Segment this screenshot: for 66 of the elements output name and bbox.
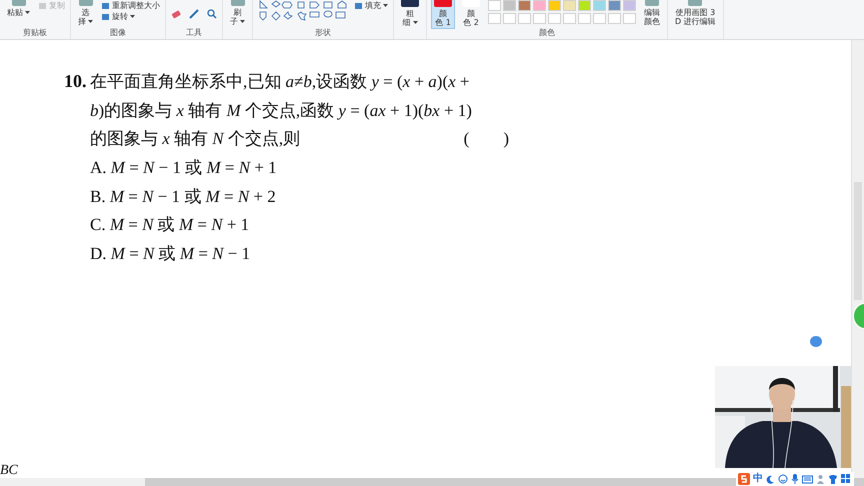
grid-icon[interactable] bbox=[841, 474, 851, 484]
palette-swatch[interactable] bbox=[563, 0, 576, 11]
option-text: C. M = N 或 M = N + 1 bbox=[90, 214, 250, 236]
group-label: 剪贴板 bbox=[22, 28, 48, 39]
ribbon-button[interactable]: 刷 子 bbox=[228, 0, 247, 28]
caret-icon bbox=[383, 4, 388, 8]
option-text: A. M = N − 1 或 M = N + 1 bbox=[90, 157, 277, 180]
caret-icon bbox=[412, 21, 418, 25]
color-picker-icon[interactable] bbox=[189, 9, 199, 19]
option-text: B. M = N − 1 或 M = N + 2 bbox=[90, 186, 276, 208]
caret-icon bbox=[240, 20, 245, 24]
palette-swatch[interactable] bbox=[488, 0, 501, 11]
palette-swatch[interactable] bbox=[593, 0, 606, 11]
empty-swatch[interactable] bbox=[563, 13, 576, 24]
group-label: 颜色 bbox=[538, 28, 556, 39]
option-text: D. M = N 或 M = N − 1 bbox=[90, 243, 250, 266]
ribbon-button[interactable]: 粘贴 bbox=[5, 0, 32, 28]
keyboard-icon[interactable] bbox=[802, 474, 813, 484]
empty-swatch[interactable] bbox=[593, 13, 606, 24]
ribbon-button[interactable]: 选 择 bbox=[76, 0, 95, 28]
ribbon-button[interactable]: 填充 bbox=[354, 1, 388, 11]
microphone-icon[interactable] bbox=[791, 474, 799, 484]
eraser-icon[interactable] bbox=[171, 9, 181, 19]
ime-logo-icon[interactable] bbox=[738, 473, 750, 485]
shapes-gallery[interactable] bbox=[258, 0, 348, 22]
person-icon[interactable] bbox=[816, 474, 825, 484]
question-text: 的图象与 x 轴有 N 个交点,则 bbox=[90, 128, 300, 150]
color-button[interactable]: 颜 色 1 bbox=[432, 0, 454, 28]
caret-icon bbox=[88, 20, 93, 24]
palette-swatch[interactable] bbox=[533, 0, 546, 11]
group-label: 工具 bbox=[185, 28, 203, 39]
question-number: 10. bbox=[64, 71, 88, 92]
floating-dot[interactable] bbox=[810, 336, 822, 347]
empty-swatch[interactable] bbox=[488, 13, 501, 24]
palette-swatch[interactable] bbox=[608, 0, 621, 11]
empty-swatch[interactable] bbox=[533, 13, 546, 24]
empty-swatch[interactable] bbox=[548, 13, 561, 24]
ribbon-button[interactable]: 旋转 bbox=[101, 12, 160, 22]
empty-swatch[interactable] bbox=[608, 13, 621, 24]
moon-icon[interactable] bbox=[766, 474, 775, 484]
empty-swatch[interactable] bbox=[623, 13, 636, 24]
palette-swatch[interactable] bbox=[503, 0, 516, 11]
magnifier-icon[interactable] bbox=[207, 9, 217, 19]
group-label: 图像 bbox=[109, 28, 127, 39]
cut-text: BC bbox=[0, 463, 18, 478]
question-text: 在平面直角坐标系中,已知 a≠b,设函数 y = (x + a)(x + bbox=[90, 71, 470, 93]
group-label: 形状 bbox=[314, 28, 332, 39]
emoji-icon[interactable] bbox=[778, 474, 788, 484]
empty-swatch[interactable] bbox=[518, 13, 531, 24]
empty-swatch[interactable] bbox=[578, 13, 591, 24]
answer-blank: ( ) bbox=[464, 128, 509, 150]
vertical-scrollbar[interactable] bbox=[851, 40, 864, 478]
palette-swatch[interactable] bbox=[578, 0, 591, 11]
ribbon-button[interactable]: 编辑 颜色 bbox=[642, 0, 662, 28]
question-text: b)的图象与 x 轴有 M 个交点,函数 y = (ax + 1)(bx + 1) bbox=[90, 100, 472, 122]
color-button[interactable]: 颜 色 2 bbox=[460, 0, 482, 28]
shirt-icon[interactable] bbox=[828, 474, 838, 484]
ribbon-button[interactable]: 使用画图 3 D 进行编辑 bbox=[673, 0, 718, 28]
ribbon-button[interactable]: 重新调整大小 bbox=[101, 1, 160, 11]
color-button[interactable]: 粗 细 bbox=[399, 0, 421, 28]
caret-icon bbox=[25, 11, 30, 15]
palette-swatch[interactable] bbox=[518, 0, 531, 11]
empty-swatch[interactable] bbox=[503, 13, 516, 24]
palette-swatch[interactable] bbox=[548, 0, 561, 11]
palette-swatch[interactable] bbox=[623, 0, 636, 11]
caret-icon bbox=[130, 15, 135, 19]
